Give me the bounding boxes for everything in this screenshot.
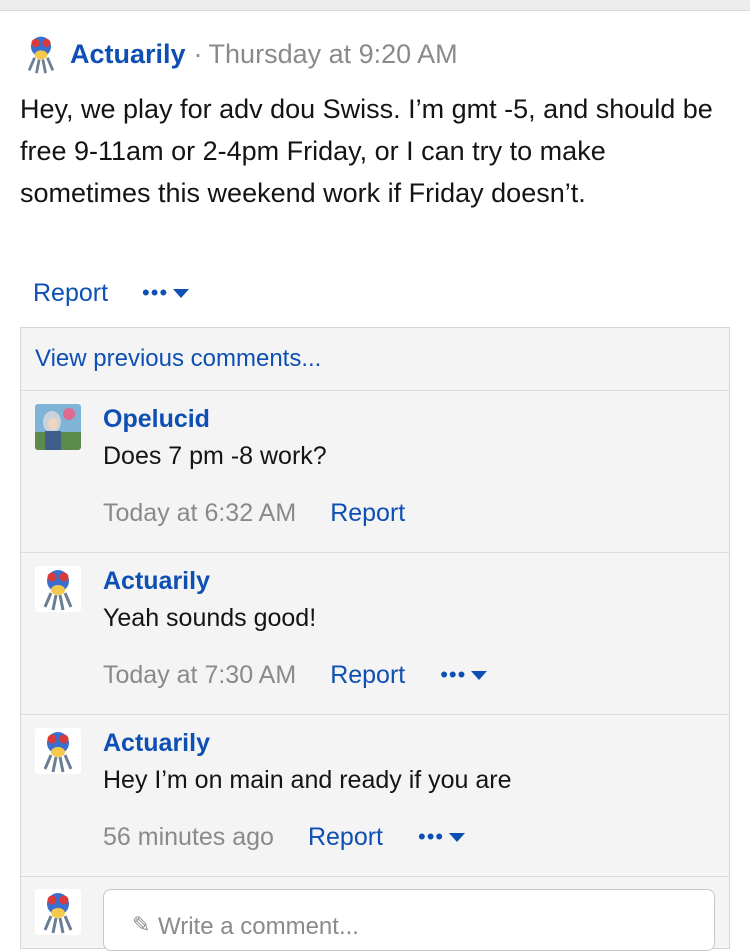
post-body-text: Hey, we play for adv dou Swiss. I’m gmt … — [20, 94, 713, 208]
comment-meta: 56 minutes ago Report ••• — [103, 822, 466, 852]
comment-item: Opelucid Does 7 pm -8 work? Today at 6:3… — [21, 391, 729, 553]
more-dots-icon: ••• — [418, 824, 445, 849]
commenter-avatar[interactable] — [35, 728, 81, 774]
view-previous-comments-link[interactable]: View previous comments... — [35, 345, 321, 373]
comment-timestamp[interactable]: Today at 7:30 AM — [103, 661, 296, 690]
caret-down-icon — [449, 832, 466, 842]
top-divider-bar — [0, 0, 750, 11]
comment-author-link[interactable]: Opelucid — [103, 405, 210, 434]
more-dots-icon: ••• — [142, 280, 169, 305]
post-author-link[interactable]: Actuarily — [70, 39, 186, 70]
post-header: Actuarily · Thursday at 9:20 AM — [20, 32, 458, 76]
comment-report-link[interactable]: Report — [308, 823, 383, 852]
comment-timestamp[interactable]: 56 minutes ago — [103, 823, 274, 852]
current-user-avatar — [35, 889, 81, 935]
comment-report-link[interactable]: Report — [330, 499, 405, 528]
comment-report-link[interactable]: Report — [330, 661, 405, 690]
comment-author-link[interactable]: Actuarily — [103, 567, 210, 596]
caret-down-icon — [471, 670, 488, 680]
comment-text: Does 7 pm -8 work? — [103, 442, 327, 470]
comment-timestamp[interactable]: Today at 6:32 AM — [103, 499, 296, 528]
comment-meta: Today at 7:30 AM Report ••• — [103, 660, 488, 690]
more-menu-button[interactable]: ••• — [142, 280, 190, 306]
write-comment-input[interactable]: ✎ Write a comment... — [103, 889, 715, 951]
comment-author-link[interactable]: Actuarily — [103, 729, 210, 758]
user-avatar[interactable] — [20, 33, 62, 75]
comment-composer: ✎ Write a comment... — [21, 877, 729, 951]
header-separator: · — [193, 38, 203, 69]
post-timestamp[interactable]: Thursday at 9:20 AM — [209, 39, 458, 70]
comment-item: Actuarily Hey I’m on main and ready if y… — [21, 715, 729, 877]
post-actions: Report ••• — [33, 276, 190, 310]
comment-text: Yeah sounds good! — [103, 604, 317, 632]
comment-item: Actuarily Yeah sounds good! Today at 7:3… — [21, 553, 729, 715]
report-link[interactable]: Report — [33, 279, 108, 308]
comments-panel: View previous comments... Opelucid Does … — [20, 327, 730, 951]
commenter-avatar[interactable] — [35, 404, 81, 450]
comment-meta: Today at 6:32 AM Report — [103, 498, 405, 528]
write-comment-placeholder: Write a comment... — [158, 913, 359, 940]
comment-text: Hey I’m on main and ready if you are — [103, 766, 512, 794]
view-previous-row: View previous comments... — [21, 328, 729, 391]
more-dots-icon: ••• — [440, 662, 467, 687]
comment-more-menu-button[interactable]: ••• — [418, 824, 466, 850]
comment-more-menu-button[interactable]: ••• — [440, 662, 488, 688]
pencil-icon: ✎ — [132, 912, 151, 937]
commenter-avatar[interactable] — [35, 566, 81, 612]
caret-down-icon — [173, 288, 190, 298]
